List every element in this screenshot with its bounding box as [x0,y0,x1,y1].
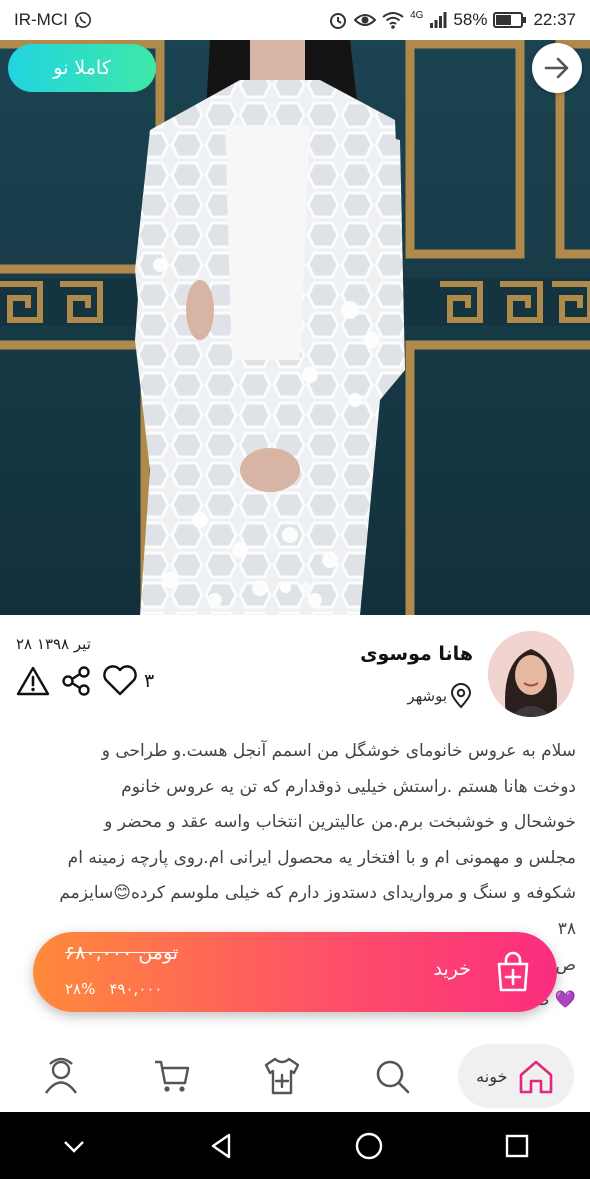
carousel-dot[interactable] [279,582,291,593]
whatsapp-icon [74,11,91,29]
discount-percent: ۲۸% [65,980,96,998]
clock: 22:37 [533,10,576,29]
description-line: دوخت هانا هستم .راستش خیلیی ذوقدارم که ت… [121,776,576,797]
price-row: ۲۸% ۴۹۰,۰۰۰ [65,980,162,998]
search-icon [377,1060,410,1094]
description-line: شکوفه و سنگ و مرواریدای دستدوز دارم که خ… [59,883,576,904]
home-icon [520,1060,553,1094]
product-screen: IR-MCI 4G 58% 22:37 کاملا نو هانا موسوی … [0,0,590,1179]
eye-icon [354,14,377,26]
seller-name[interactable]: هانا موسوی [360,643,473,665]
carousel-indicator [0,582,590,593]
status-left: IR-MCI [14,10,92,30]
seller-section: هانا موسوی بوشهر ۲۸ تیر ۱۳۹۸ ۳ [0,615,590,730]
nav-cart[interactable] [127,1046,217,1106]
report-icon[interactable] [16,665,50,697]
status-right: 4G 58% 22:37 [328,10,576,30]
network-type: 4G [410,9,424,21]
post-actions: ۳ [16,665,154,697]
profile-icon [45,1057,78,1094]
home-circle-icon[interactable] [354,1131,384,1161]
battery-icon [493,12,527,28]
post-date: ۲۸ تیر ۱۳۹۸ [16,635,91,653]
add-clothing-icon [264,1057,300,1095]
nav-profile[interactable] [16,1046,106,1106]
city-label: بوشهر [407,687,447,705]
alarm-icon [330,13,347,29]
status-bar: IR-MCI 4G 58% 22:37 [0,0,590,40]
description-line: سلام به عروس خانومای خوشگل من اسمم آنجل … [101,741,576,761]
avatar[interactable] [488,631,574,717]
avatar-photo [488,631,574,717]
signal-icon [430,12,447,28]
battery-percent: 58% [453,10,488,29]
shopping-bag-plus-icon [497,951,529,992]
nav-home-label: خونه [476,1066,508,1086]
condition-badge: کاملا نو [8,44,156,92]
product-photo [0,40,590,615]
seller-location: بوشهر [407,683,473,709]
carousel-dot[interactable] [299,582,311,593]
arrow-right-icon [544,57,569,79]
description-line: خوشحال و خوشبخت برم.من عالیترین انتخاب و… [104,812,576,833]
system-navigation-bar [0,1112,590,1179]
wifi-icon [382,12,404,29]
nav-add-product[interactable] [237,1046,327,1106]
like-count: ۳ [144,670,155,692]
heart-icon[interactable] [102,665,138,697]
sale-price: ۴۹۰,۰۰۰ [109,980,163,998]
original-price: ۶۸۰,۰۰۰ تومن [65,942,179,964]
chevron-down-icon[interactable] [60,1132,88,1160]
description-line: مجلس و مهمونی ام و با افتخار یه محصول ای… [67,847,576,868]
nav-search[interactable] [347,1046,437,1106]
location-pin-icon [450,683,472,709]
recents-square-icon[interactable] [503,1132,531,1160]
share-icon[interactable] [60,665,92,697]
bottom-navigation: خونه [0,1040,590,1112]
back-button[interactable] [532,43,582,93]
nav-home[interactable]: خونه [457,1044,574,1108]
product-image-carousel[interactable]: کاملا نو [0,40,590,615]
buy-button[interactable]: خرید ۶۸۰,۰۰۰ تومن ۲۸% ۴۹۰,۰۰۰ [33,932,557,1012]
buy-label: خرید [433,958,472,980]
carrier-label: IR-MCI [14,10,68,29]
cart-icon [154,1060,189,1092]
back-triangle-icon[interactable] [207,1132,235,1160]
like-control[interactable]: ۳ [102,665,154,697]
